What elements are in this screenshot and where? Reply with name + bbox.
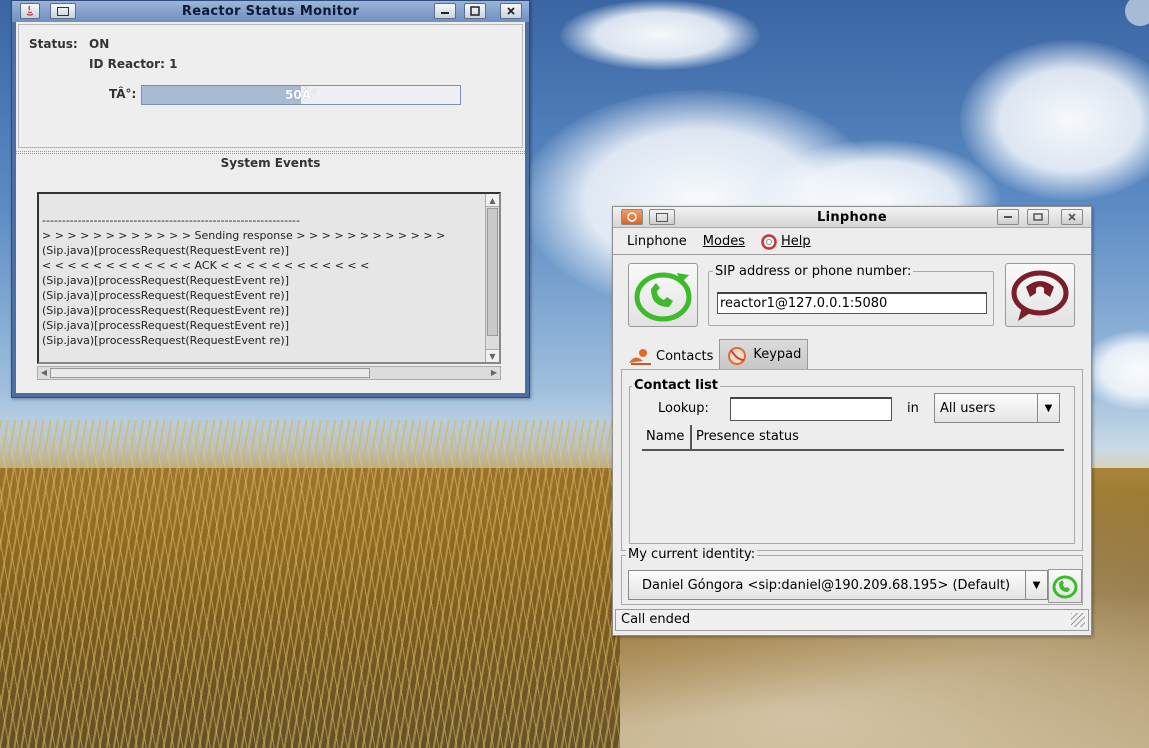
scroll-right-icon[interactable]: ▶ [488, 367, 500, 379]
identity-select[interactable]: Daniel Góngora <sip:daniel@190.209.68.19… [628, 570, 1048, 600]
cloud [560, 0, 760, 70]
reactor-id-label: ID Reactor: 1 [89, 57, 178, 71]
contacts-table-header: Name Presence status [642, 425, 1064, 451]
event-log-line: ----------------------------------------… [42, 214, 301, 227]
temperature-label: TÂ°: [109, 87, 137, 101]
event-log-line: (Sip.java)[processRequest(RequestEvent r… [42, 244, 290, 257]
progress-text: 50Â° [285, 88, 317, 102]
contact-list-title: Contact list [632, 378, 721, 393]
hscroll-thumb[interactable] [50, 368, 370, 378]
chevron-down-icon[interactable]: ▼ [1025, 571, 1047, 599]
tab-keypad-label: Keypad [753, 347, 802, 362]
minimize-icon[interactable] [434, 3, 456, 19]
maximize-icon[interactable] [464, 3, 486, 19]
close-icon[interactable] [500, 3, 522, 19]
reactor-status-window: Reactor Status Monitor Status: ON ID Rea… [11, 0, 530, 398]
chevron-down-icon[interactable]: ▼ [1037, 394, 1059, 422]
hangup-button[interactable] [1005, 263, 1075, 327]
resize-grip-icon[interactable] [1071, 613, 1085, 627]
lookup-input[interactable] [730, 397, 892, 421]
sip-address-frame: SIP address or phone number: reactor1@12… [708, 264, 994, 326]
reactor-window-title: Reactor Status Monitor [181, 4, 360, 19]
minimize-icon[interactable] [997, 209, 1019, 225]
call-button[interactable] [628, 263, 698, 327]
maximize-icon[interactable] [1027, 209, 1049, 225]
hangup-phone-icon [1011, 270, 1069, 321]
event-log-line: (Sip.java)[processRequest(RequestEvent r… [42, 319, 290, 332]
reactor-status-panel: Status: ON ID Reactor: 1 TÂ°: 50Â° [18, 24, 523, 148]
split-pane-divider[interactable] [16, 151, 525, 154]
contacts-icon [629, 349, 651, 365]
tab-contacts-label: Contacts [656, 348, 714, 364]
desktop-corner-icon[interactable] [1125, 0, 1149, 26]
lookup-label: Lookup: [658, 401, 709, 416]
java-app-icon[interactable] [20, 3, 40, 19]
event-log-line: < < < < < < < < < < < < ACK < < < < < < … [42, 259, 370, 272]
in-label: in [907, 401, 919, 416]
window-menu-icon[interactable] [50, 3, 76, 19]
contact-list-frame: Contact list Lookup: in All users ▼ Name… [629, 378, 1075, 544]
menu-help-label: Help [780, 234, 811, 249]
event-log-line: (Sip.java)[processRequest(RequestEvent r… [42, 334, 290, 347]
identity-legend: My current identity: [626, 547, 758, 562]
reactor-content: Status: ON ID Reactor: 1 TÂ°: 50Â° Syste… [16, 22, 525, 393]
vertical-scrollbar[interactable]: ▲ ▼ [485, 194, 499, 362]
events-lines: ----------------------------------------… [39, 194, 499, 348]
identity-register-button[interactable] [1048, 569, 1082, 603]
call-phone-icon [634, 272, 692, 322]
sip-address-input[interactable]: reactor1@127.0.0.1:5080 [717, 292, 987, 314]
register-phone-icon [1052, 575, 1078, 599]
event-log-line [39, 198, 499, 213]
scroll-up-icon[interactable]: ▲ [486, 194, 499, 207]
contacts-tab-panel: Contact list Lookup: in All users ▼ Name… [621, 369, 1083, 551]
main-tabs: Contacts Keypad [621, 337, 809, 369]
system-events-title: System Events [220, 156, 321, 170]
linphone-titlebar[interactable]: Linphone [613, 207, 1091, 228]
status-value: ON [89, 37, 110, 51]
system-events-log[interactable]: ----------------------------------------… [37, 192, 501, 364]
identity-value: Daniel Góngora <sip:daniel@190.209.68.19… [642, 577, 1011, 593]
status-text: Call ended [621, 612, 691, 627]
column-presence-status[interactable]: Presence status [692, 425, 799, 449]
horizontal-scrollbar[interactable]: ◀ ▶ [37, 366, 501, 380]
reactor-titlebar[interactable]: Reactor Status Monitor [12, 1, 529, 22]
close-icon[interactable] [1061, 209, 1083, 225]
status-bar: Call ended [615, 609, 1089, 631]
dune-grass [0, 420, 620, 748]
column-name[interactable]: Name [642, 425, 692, 449]
scroll-thumb[interactable] [487, 208, 498, 336]
tab-contacts[interactable]: Contacts [621, 341, 719, 369]
linphone-app-icon[interactable] [621, 209, 643, 225]
linphone-window-title: Linphone [817, 209, 887, 225]
keypad-icon [728, 346, 747, 365]
linphone-menubar: Linphone Modes Help [613, 229, 1091, 255]
lifebuoy-icon [761, 233, 777, 250]
window-menu-icon[interactable] [649, 209, 675, 225]
scroll-left-icon[interactable]: ◀ [38, 367, 50, 379]
linphone-window: Linphone Linphone Modes Help SIP address… [612, 206, 1092, 636]
scroll-down-icon[interactable]: ▼ [486, 349, 499, 362]
menu-modes[interactable]: Modes [703, 234, 745, 249]
user-filter-select[interactable]: All users ▼ [934, 393, 1060, 423]
temperature-progress-bar: 50Â° [141, 85, 461, 105]
menu-help[interactable]: Help [761, 233, 811, 250]
sip-address-legend: SIP address or phone number: [713, 264, 914, 279]
event-log-line: (Sip.java)[processRequest(RequestEvent r… [42, 289, 290, 302]
event-log-line: (Sip.java)[processRequest(RequestEvent r… [42, 274, 290, 287]
tab-keypad[interactable]: Keypad [719, 339, 809, 369]
user-filter-value: All users [940, 400, 996, 416]
menu-linphone[interactable]: Linphone [627, 234, 687, 249]
event-log-line: > > > > > > > > > > > > Sending response… [42, 229, 446, 242]
identity-frame: My current identity: Daniel Góngora <sip… [621, 547, 1083, 605]
status-label: Status: [29, 37, 78, 51]
event-log-line: (Sip.java)[processRequest(RequestEvent r… [42, 304, 290, 317]
